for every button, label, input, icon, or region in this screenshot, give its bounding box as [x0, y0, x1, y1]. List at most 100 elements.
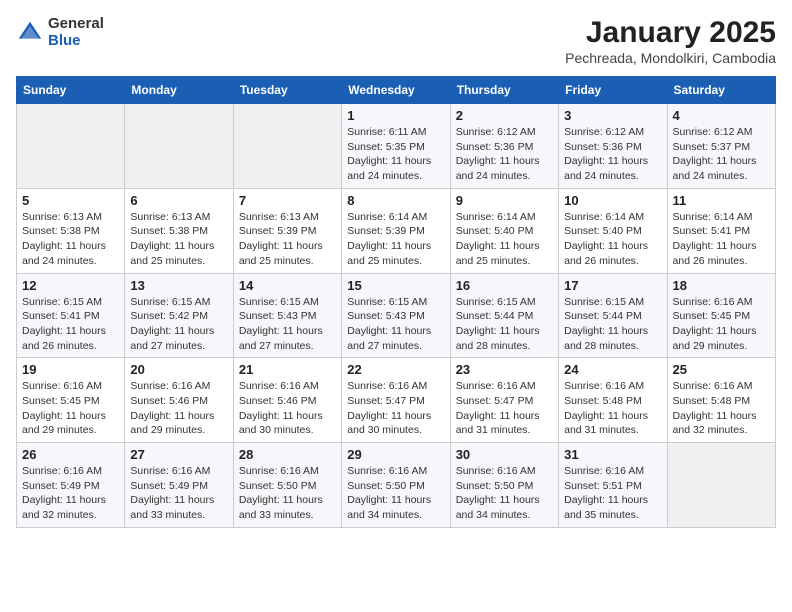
calendar-cell: 1Sunrise: 6:11 AMSunset: 5:35 PMDaylight…: [342, 104, 450, 189]
day-number: 22: [347, 362, 444, 377]
calendar-cell: 27Sunrise: 6:16 AMSunset: 5:49 PMDayligh…: [125, 443, 233, 528]
day-number: 26: [22, 447, 119, 462]
title-block: January 2025 Pechreada, Mondolkiri, Camb…: [565, 16, 776, 66]
calendar-cell: 13 Sunrise: 6:15 AMSunset: 5:42 PMDayligh…: [125, 273, 233, 358]
calendar-cell: 12Sunrise: 6:15 AMSunset: 5:41 PMDayligh…: [17, 273, 125, 358]
calendar-cell: [667, 443, 775, 528]
calendar-cell: [17, 104, 125, 189]
day-info: Sunrise: 6:15 AMSunset: 5:43 PMDaylight:…: [347, 295, 444, 354]
day-info: Sunrise: 6:16 AMSunset: 5:50 PMDaylight:…: [347, 464, 444, 523]
calendar-week-row: 5 Sunrise: 6:13 AMSunset: 5:38 PMDaylight…: [17, 188, 776, 273]
calendar-cell: 18 Sunrise: 6:16 AMSunset: 5:45 PMDayligh…: [667, 273, 775, 358]
day-info: Sunrise: 6:14 AMSunset: 5:41 PMDaylight:…: [673, 210, 770, 269]
day-number: 13: [130, 278, 227, 293]
calendar-cell: 4 Sunrise: 6:12 AMSunset: 5:37 PMDaylight…: [667, 104, 775, 189]
calendar-header: SundayMondayTuesdayWednesdayThursdayFrid…: [17, 77, 776, 104]
calendar-cell: 30 Sunrise: 6:16 AMSunset: 5:50 PMDayligh…: [450, 443, 558, 528]
day-number: 3: [564, 108, 661, 123]
calendar-week-row: 19 Sunrise: 6:16 AMSunset: 5:45 PMDayligh…: [17, 358, 776, 443]
day-info: Sunrise: 6:13 AMSunset: 5:39 PMDaylight:…: [239, 210, 336, 269]
day-number: 17: [564, 278, 661, 293]
day-info: Sunrise: 6:13 AMSunset: 5:38 PMDaylight:…: [22, 210, 119, 269]
weekday-header: Friday: [559, 77, 667, 104]
day-info: Sunrise: 6:16 AMSunset: 5:45 PMDaylight:…: [22, 379, 119, 438]
calendar-body: 1Sunrise: 6:11 AMSunset: 5:35 PMDaylight…: [17, 104, 776, 528]
logo-general-label: General: [48, 16, 104, 33]
day-info: Sunrise: 6:14 AMSunset: 5:40 PMDaylight:…: [564, 210, 661, 269]
logo: General Blue: [16, 16, 104, 49]
day-number: 20: [130, 362, 227, 377]
calendar-week-row: 12Sunrise: 6:15 AMSunset: 5:41 PMDayligh…: [17, 273, 776, 358]
calendar-cell: 2 Sunrise: 6:12 AMSunset: 5:36 PMDaylight…: [450, 104, 558, 189]
day-info: Sunrise: 6:16 AMSunset: 5:51 PMDaylight:…: [564, 464, 661, 523]
day-number: 4: [673, 108, 770, 123]
calendar-cell: 29 Sunrise: 6:16 AMSunset: 5:50 PMDayligh…: [342, 443, 450, 528]
day-info: Sunrise: 6:12 AMSunset: 5:36 PMDaylight:…: [564, 125, 661, 184]
day-number: 2: [456, 108, 553, 123]
day-number: 12: [22, 278, 119, 293]
day-info: Sunrise: 6:16 AMSunset: 5:48 PMDaylight:…: [564, 379, 661, 438]
calendar-cell: 10 Sunrise: 6:14 AMSunset: 5:40 PMDayligh…: [559, 188, 667, 273]
title-location: Pechreada, Mondolkiri, Cambodia: [565, 50, 776, 66]
day-info: Sunrise: 6:14 AMSunset: 5:39 PMDaylight:…: [347, 210, 444, 269]
weekday-header: Monday: [125, 77, 233, 104]
day-number: 16: [456, 278, 553, 293]
day-number: 28: [239, 447, 336, 462]
calendar-cell: [125, 104, 233, 189]
calendar-cell: 28Sunrise: 6:16 AMSunset: 5:50 PMDayligh…: [233, 443, 341, 528]
calendar-cell: 9Sunrise: 6:14 AMSunset: 5:40 PMDaylight…: [450, 188, 558, 273]
day-number: 19: [22, 362, 119, 377]
weekday-row: SundayMondayTuesdayWednesdayThursdayFrid…: [17, 77, 776, 104]
day-info: Sunrise: 6:16 AMSunset: 5:48 PMDaylight:…: [673, 379, 770, 438]
calendar-cell: [233, 104, 341, 189]
weekday-header: Wednesday: [342, 77, 450, 104]
day-number: 5: [22, 193, 119, 208]
calendar-cell: 11 Sunrise: 6:14 AMSunset: 5:41 PMDayligh…: [667, 188, 775, 273]
weekday-header: Sunday: [17, 77, 125, 104]
day-info: Sunrise: 6:12 AMSunset: 5:37 PMDaylight:…: [673, 125, 770, 184]
day-info: Sunrise: 6:15 AMSunset: 5:44 PMDaylight:…: [564, 295, 661, 354]
calendar-cell: 6Sunrise: 6:13 AMSunset: 5:38 PMDaylight…: [125, 188, 233, 273]
day-info: Sunrise: 6:15 AMSunset: 5:42 PMDaylight:…: [130, 295, 227, 354]
day-number: 10: [564, 193, 661, 208]
calendar-cell: 14Sunrise: 6:15 AMSunset: 5:43 PMDayligh…: [233, 273, 341, 358]
weekday-header: Tuesday: [233, 77, 341, 104]
calendar-cell: 20Sunrise: 6:16 AMSunset: 5:46 PMDayligh…: [125, 358, 233, 443]
day-info: Sunrise: 6:16 AMSunset: 5:45 PMDaylight:…: [673, 295, 770, 354]
day-info: Sunrise: 6:16 AMSunset: 5:46 PMDaylight:…: [239, 379, 336, 438]
weekday-header: Saturday: [667, 77, 775, 104]
calendar-cell: 21Sunrise: 6:16 AMSunset: 5:46 PMDayligh…: [233, 358, 341, 443]
calendar-cell: 25 Sunrise: 6:16 AMSunset: 5:48 PMDayligh…: [667, 358, 775, 443]
day-info: Sunrise: 6:16 AMSunset: 5:47 PMDaylight:…: [347, 379, 444, 438]
weekday-header: Thursday: [450, 77, 558, 104]
day-number: 9: [456, 193, 553, 208]
logo-text: General Blue: [48, 16, 104, 49]
day-number: 11: [673, 193, 770, 208]
calendar-cell: 7 Sunrise: 6:13 AMSunset: 5:39 PMDaylight…: [233, 188, 341, 273]
day-number: 7: [239, 193, 336, 208]
day-number: 25: [673, 362, 770, 377]
day-number: 23: [456, 362, 553, 377]
day-info: Sunrise: 6:12 AMSunset: 5:36 PMDaylight:…: [456, 125, 553, 184]
day-number: 30: [456, 447, 553, 462]
day-info: Sunrise: 6:16 AMSunset: 5:47 PMDaylight:…: [456, 379, 553, 438]
day-number: 14: [239, 278, 336, 293]
logo-blue-label: Blue: [48, 33, 104, 50]
calendar-cell: 5 Sunrise: 6:13 AMSunset: 5:38 PMDaylight…: [17, 188, 125, 273]
day-number: 8: [347, 193, 444, 208]
calendar-cell: 19 Sunrise: 6:16 AMSunset: 5:45 PMDayligh…: [17, 358, 125, 443]
day-info: Sunrise: 6:11 AMSunset: 5:35 PMDaylight:…: [347, 125, 444, 184]
calendar-cell: 26 Sunrise: 6:16 AMSunset: 5:49 PMDayligh…: [17, 443, 125, 528]
day-info: Sunrise: 6:16 AMSunset: 5:49 PMDaylight:…: [22, 464, 119, 523]
day-info: Sunrise: 6:15 AMSunset: 5:44 PMDaylight:…: [456, 295, 553, 354]
day-info: Sunrise: 6:16 AMSunset: 5:49 PMDaylight:…: [130, 464, 227, 523]
day-number: 15: [347, 278, 444, 293]
day-info: Sunrise: 6:16 AMSunset: 5:50 PMDaylight:…: [456, 464, 553, 523]
logo-icon: [16, 19, 44, 47]
page-header: General Blue January 2025 Pechreada, Mon…: [16, 16, 776, 66]
day-number: 18: [673, 278, 770, 293]
calendar-cell: 22 Sunrise: 6:16 AMSunset: 5:47 PMDayligh…: [342, 358, 450, 443]
calendar-cell: 15 Sunrise: 6:15 AMSunset: 5:43 PMDayligh…: [342, 273, 450, 358]
day-number: 29: [347, 447, 444, 462]
calendar-cell: 3 Sunrise: 6:12 AMSunset: 5:36 PMDaylight…: [559, 104, 667, 189]
